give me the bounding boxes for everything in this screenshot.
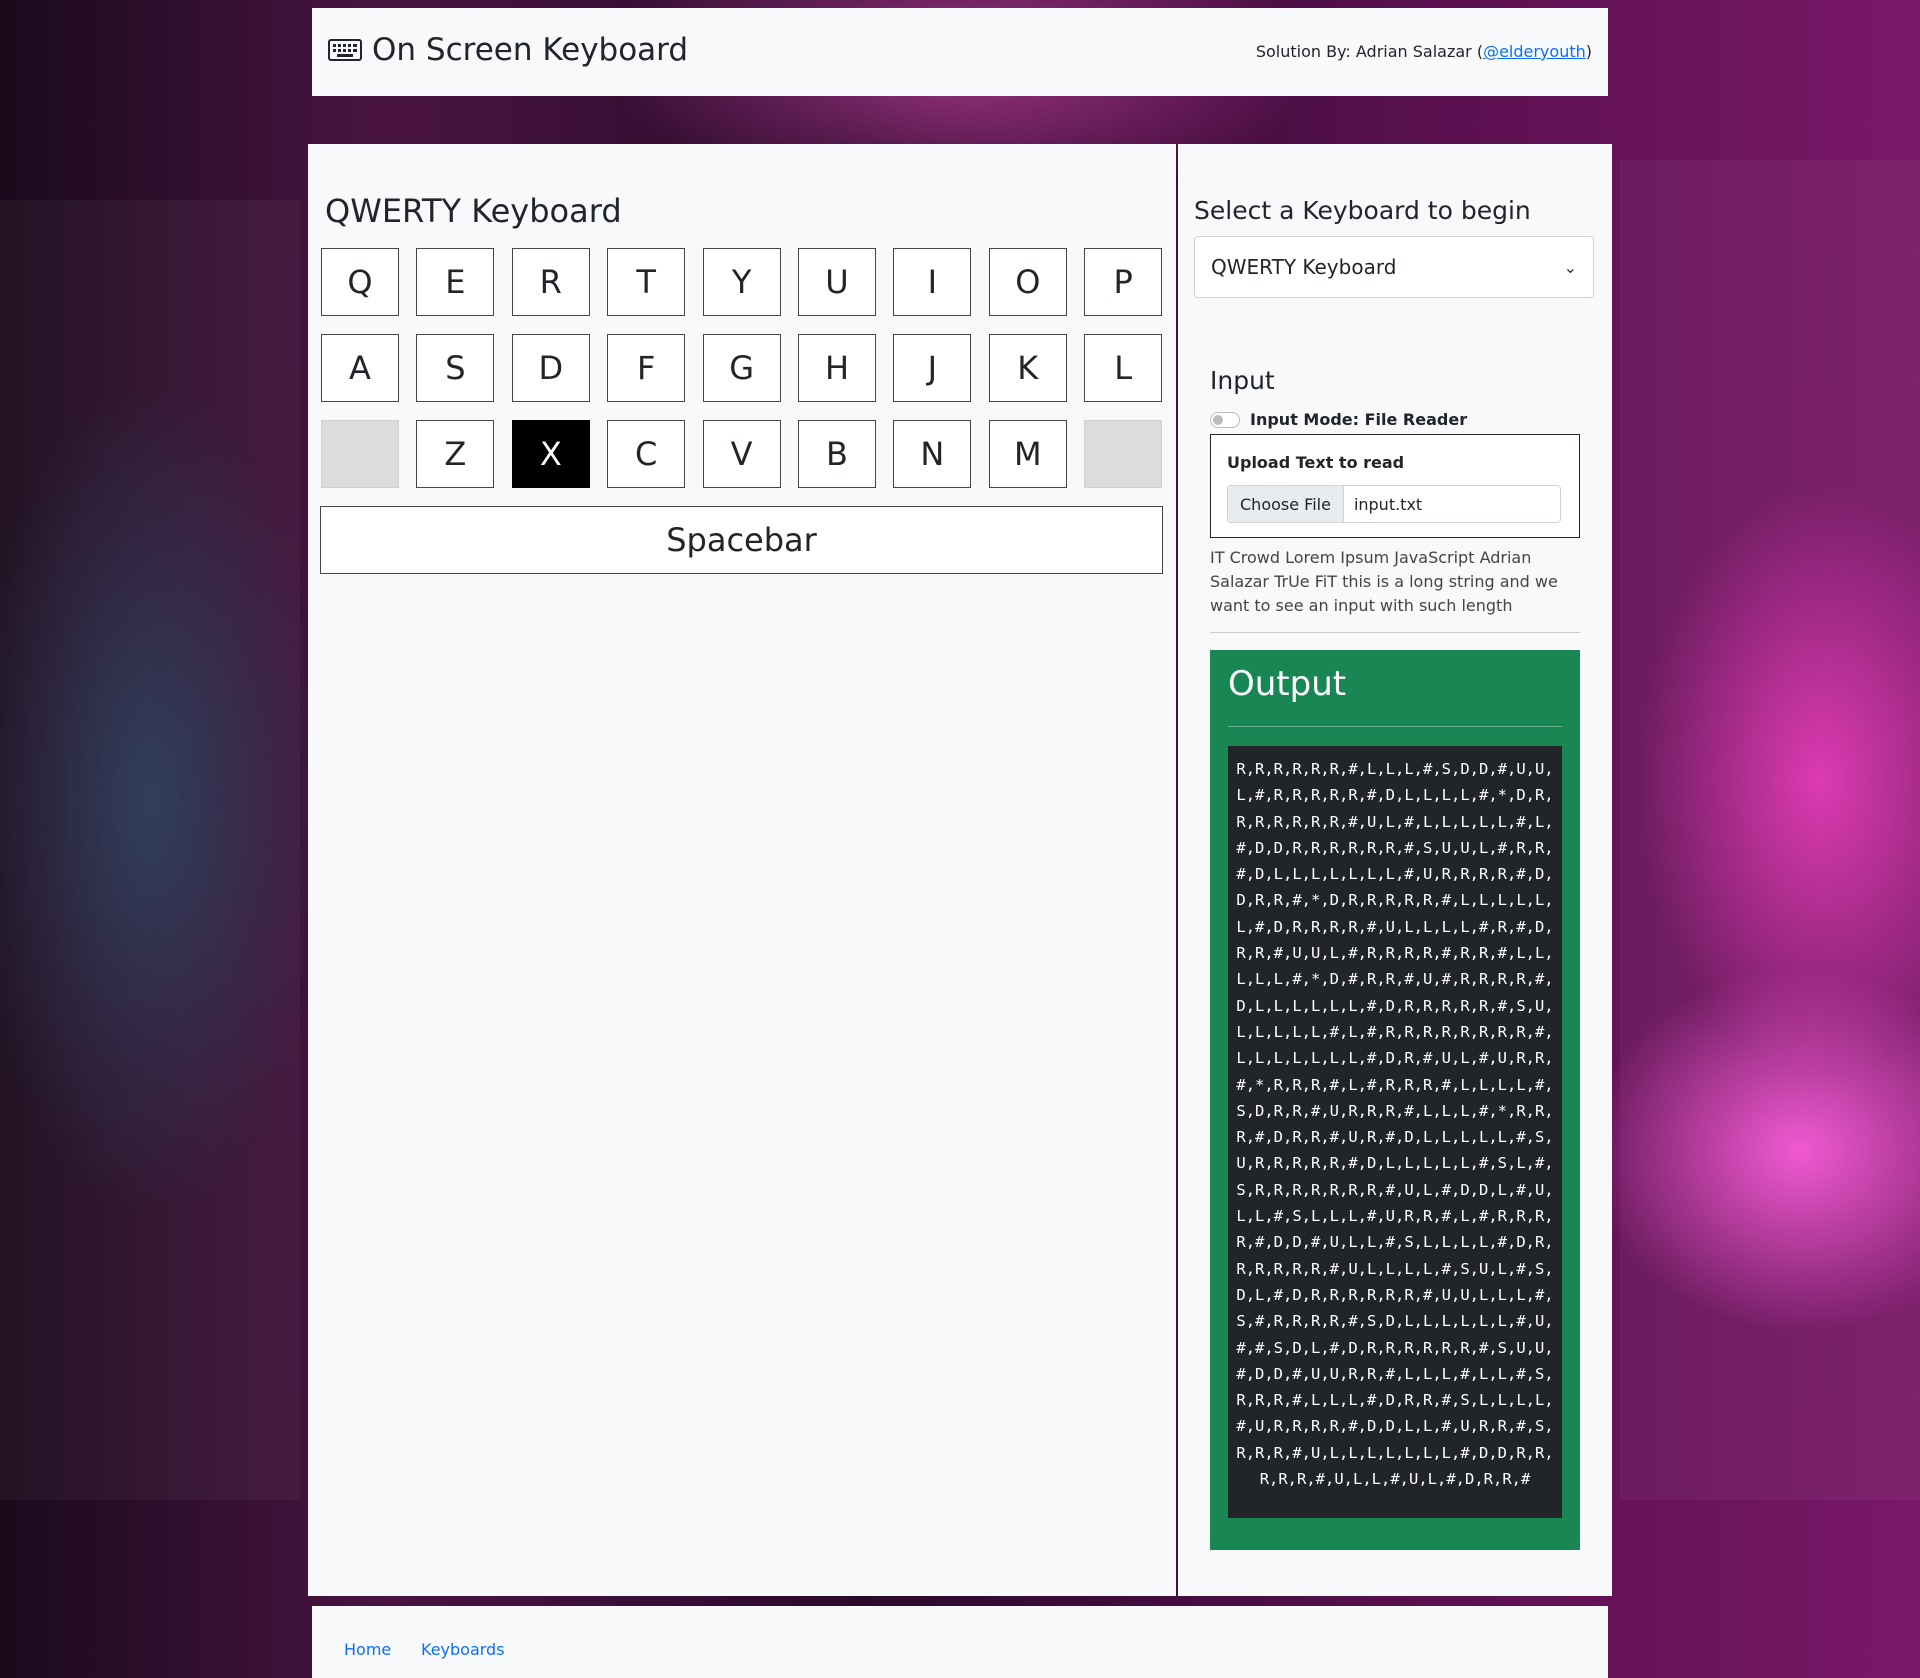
key-o[interactable]: O [988, 248, 1067, 316]
spacebar-key[interactable]: Spacebar [320, 506, 1163, 574]
keyboard-panel: QWERTY Keyboard QERTYUIOP ASDFGHJKL ZXCVBN… [308, 144, 1176, 1596]
key-q[interactable]: Q [321, 248, 399, 316]
input-mode-toggle[interactable] [1210, 411, 1240, 428]
credit-suffix: ) [1585, 42, 1592, 61]
input-mode-row: Input Mode: File Reader [1210, 410, 1467, 429]
keyboard-select-value: QWERTY Keyboard [1211, 255, 1397, 279]
key-u[interactable]: U [798, 248, 876, 316]
upload-card: Upload Text to read Choose File input.tx… [1210, 434, 1580, 538]
input-mode-label: Input Mode: File Reader [1250, 410, 1468, 429]
blank-key [1084, 420, 1163, 488]
divider [1210, 632, 1580, 633]
key-f[interactable]: F [607, 334, 686, 402]
background-decoration [0, 200, 300, 1500]
output-code: R,R,R,R,R,R,#,L,L,L,#,S,D,D,#,U,U,L,#,R,… [1228, 746, 1562, 1518]
chevron-down-icon: ⌄ [1563, 257, 1577, 277]
file-input[interactable]: Choose File input.txt [1227, 485, 1561, 523]
output-divider [1228, 726, 1562, 727]
key-n[interactable]: N [893, 420, 972, 488]
credit: Solution By: Adrian Salazar (@elderyouth… [1256, 42, 1592, 61]
keyboard-select[interactable]: QWERTY Keyboard ⌄ [1194, 236, 1594, 298]
blank-key [321, 420, 399, 488]
key-h[interactable]: H [798, 334, 876, 402]
brand[interactable]: On Screen Keyboard [328, 32, 688, 68]
key-r[interactable]: R [511, 248, 590, 316]
key-d[interactable]: D [511, 334, 590, 402]
keyboard-icon [328, 39, 362, 61]
keyboard-title: QWERTY Keyboard [325, 192, 622, 230]
key-j[interactable]: J [893, 334, 972, 402]
key-l[interactable]: L [1084, 334, 1163, 402]
choose-file-button[interactable]: Choose File [1228, 486, 1344, 522]
input-heading: Input [1210, 366, 1275, 395]
footer-link-home[interactable]: Home [344, 1640, 391, 1659]
key-p[interactable]: P [1084, 248, 1163, 316]
key-t[interactable]: T [607, 248, 686, 316]
key-s[interactable]: S [416, 334, 495, 402]
header: On Screen Keyboard Solution By: Adrian S… [312, 8, 1608, 96]
footer: Home Keyboards [312, 1606, 1608, 1678]
key-g[interactable]: G [702, 334, 781, 402]
background-decoration [1620, 160, 1920, 1500]
file-name: input.txt [1353, 494, 1423, 514]
upload-label: Upload Text to read [1227, 453, 1405, 472]
key-e[interactable]: E [416, 248, 495, 316]
credit-prefix: Solution By: Adrian Salazar ( [1255, 42, 1484, 61]
key-y[interactable]: Y [702, 248, 781, 316]
key-m[interactable]: M [988, 420, 1067, 488]
credit-link[interactable]: @elderyouth [1483, 42, 1586, 61]
key-c[interactable]: C [607, 420, 686, 488]
key-x[interactable]: X [511, 420, 590, 488]
app-title: On Screen Keyboard [372, 32, 689, 68]
key-b[interactable]: B [798, 420, 876, 488]
input-text: IT Crowd Lorem Ipsum JavaScript Adrian S… [1210, 548, 1558, 615]
sidebar: Select a Keyboard to begin QWERTY Keyboa… [1178, 144, 1612, 1596]
output-title: Output [1228, 664, 1347, 704]
footer-link-keyboards[interactable]: Keyboards [421, 1640, 505, 1659]
output-card: Output R,R,R,R,R,R,#,L,L,L,#,S,D,D,#,U,U… [1210, 650, 1580, 1550]
select-label: Select a Keyboard to begin [1194, 196, 1531, 225]
key-a[interactable]: A [321, 334, 399, 402]
key-k[interactable]: K [988, 334, 1067, 402]
key-i[interactable]: I [893, 248, 972, 316]
key-v[interactable]: V [702, 420, 781, 488]
key-z[interactable]: Z [416, 420, 495, 488]
